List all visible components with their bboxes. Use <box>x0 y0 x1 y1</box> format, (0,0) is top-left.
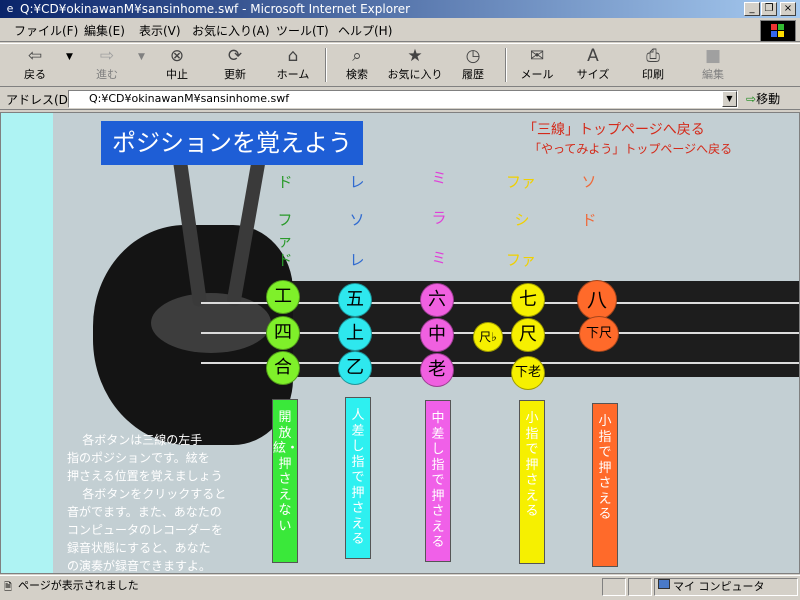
flash-content: ポジションを覚えよう 「三線」トップページへ戻る 「やってみよう」トップページへ… <box>0 112 800 574</box>
note-label: ファ <box>506 173 537 191</box>
windows-logo-icon <box>760 20 796 42</box>
position-button-hachi[interactable]: 八 <box>577 280 617 320</box>
go-arrow-icon: ⇨ <box>746 92 757 106</box>
position-button-chu[interactable]: 中 <box>420 318 454 352</box>
position-button-ro[interactable]: 老 <box>420 353 454 387</box>
restore-button[interactable]: ❐ <box>761 2 777 16</box>
history-icon: ◷ <box>465 46 481 66</box>
position-button-ko[interactable]: 工 <box>266 280 300 314</box>
menu-file[interactable]: ファイル(F) <box>14 22 78 40</box>
instructions-text: 各ボタンは三線の左手 指のポジションです。絃を 押さえる位置を覚えましょう 各ボ… <box>67 433 227 573</box>
computer-icon <box>658 579 670 589</box>
position-button-shaku-flat[interactable]: 尺♭ <box>473 322 503 352</box>
menu-tools[interactable]: ツール(T) <box>276 22 329 40</box>
edit-icon: ■ <box>704 46 722 66</box>
note-label: レ <box>349 173 365 191</box>
font-size-icon: A <box>587 46 599 66</box>
ie-icon: e <box>6 2 14 15</box>
forward-button[interactable]: ⇨ 進む <box>80 46 134 84</box>
refresh-icon: ⟳ <box>227 46 243 66</box>
position-button-shichi[interactable]: 七 <box>511 283 545 317</box>
back-arrow-icon: ⇦ <box>27 46 43 66</box>
menu-favorites[interactable]: お気に入り(A) <box>192 22 270 40</box>
finger-label-pinky-2: 小指で押さえる <box>592 403 618 567</box>
window-title: Q:¥CD¥okinawanM¥sansinhome.swf - Microso… <box>20 2 411 16</box>
menu-edit[interactable]: 編集(E) <box>84 22 125 40</box>
mail-icon: ✉ <box>529 46 545 66</box>
home-button[interactable]: ⌂ ホーム <box>266 46 320 84</box>
back-dropdown-icon[interactable]: ▼ <box>66 52 73 62</box>
back-button[interactable]: ⇦ 戻る <box>8 46 62 84</box>
go-label: 移動 <box>756 92 781 106</box>
print-icon: ⎙ <box>646 46 660 66</box>
note-label: ソ <box>349 211 365 229</box>
address-label: アドレス(D) <box>6 93 73 107</box>
forward-dropdown-icon[interactable]: ▼ <box>138 52 145 62</box>
position-button-shi[interactable]: 四 <box>266 316 300 350</box>
menu-help[interactable]: ヘルプ(H) <box>338 22 392 40</box>
sanshin-top-link[interactable]: 「三線」トップページへ戻る <box>523 119 705 139</box>
forward-arrow-icon: ⇨ <box>99 46 115 66</box>
position-button-otsu[interactable]: 乙 <box>338 351 372 385</box>
home-icon: ⌂ <box>287 46 299 66</box>
status-text: ページが表示されました <box>18 579 139 592</box>
note-label: シ <box>514 211 530 229</box>
cyan-strip <box>1 113 53 573</box>
position-button-shaku[interactable]: 尺 <box>511 318 545 352</box>
status-zone: マイ コンピュータ <box>654 578 798 596</box>
close-button[interactable]: × <box>780 2 796 16</box>
minimize-button[interactable]: _ <box>744 2 760 16</box>
position-button-shimo-ro[interactable]: 下老 <box>511 356 545 390</box>
search-button[interactable]: ⌕ 検索 <box>330 46 384 84</box>
note-label: ド <box>277 173 293 191</box>
stop-button[interactable]: ⊗ 中止 <box>150 46 204 84</box>
try-top-link[interactable]: 「やってみよう」トップページへ戻る <box>529 140 732 157</box>
position-button-jo[interactable]: 上 <box>338 317 372 351</box>
toolbar-separator <box>505 48 507 82</box>
finger-label-middle: 中差し指で押さえる <box>425 400 451 562</box>
print-button[interactable]: ⎙ 印刷 <box>626 46 680 84</box>
go-button[interactable]: ⇨移動 <box>746 90 796 108</box>
status-cell <box>628 578 652 596</box>
note-label: レ <box>349 251 365 269</box>
address-dropdown-icon[interactable]: ▼ <box>722 91 737 107</box>
edit-button[interactable]: ■ 編集 <box>686 46 740 84</box>
font-size-button[interactable]: A サイズ <box>566 46 620 84</box>
menu-view[interactable]: 表示(V) <box>139 22 181 40</box>
note-label: ミ <box>431 249 447 267</box>
position-button-roku[interactable]: 六 <box>420 283 454 317</box>
position-button-ai[interactable]: 合 <box>266 351 300 385</box>
search-icon: ⌕ <box>352 46 362 66</box>
page-icon: 🗎 <box>4 582 13 593</box>
note-label: ミ <box>431 169 447 187</box>
toolbar-separator <box>325 48 327 82</box>
page-title: ポジションを覚えよう <box>101 121 363 165</box>
status-cell <box>602 578 626 596</box>
finger-label-index: 人差し指で押さえる <box>345 397 371 559</box>
mail-button[interactable]: ✉ メール <box>510 46 564 84</box>
history-button[interactable]: ◷ 履歴 <box>446 46 500 84</box>
finger-label-pinky: 小指で押さえる <box>519 400 545 564</box>
note-label: ファ <box>277 211 293 250</box>
position-button-shimo-shaku[interactable]: 下尺 <box>579 316 619 352</box>
note-label: ド <box>277 251 293 269</box>
window-title-bar: Q:¥CD¥okinawanM¥sansinhome.swf - Microso… <box>0 0 800 18</box>
status-zone-label: マイ コンピュータ <box>673 580 765 593</box>
note-label: ド <box>581 211 597 229</box>
favorites-button[interactable]: ★ お気に入り <box>384 46 446 84</box>
refresh-button[interactable]: ⟳ 更新 <box>208 46 262 84</box>
stop-icon: ⊗ <box>169 46 185 66</box>
note-label: ファ <box>506 251 537 269</box>
address-input[interactable]: Q:¥CD¥okinawanM¥sansinhome.swf <box>68 90 738 108</box>
note-label: ソ <box>581 173 597 191</box>
favorites-icon: ★ <box>407 46 423 66</box>
note-label: ラ <box>431 209 447 227</box>
position-button-go[interactable]: 五 <box>338 283 372 317</box>
